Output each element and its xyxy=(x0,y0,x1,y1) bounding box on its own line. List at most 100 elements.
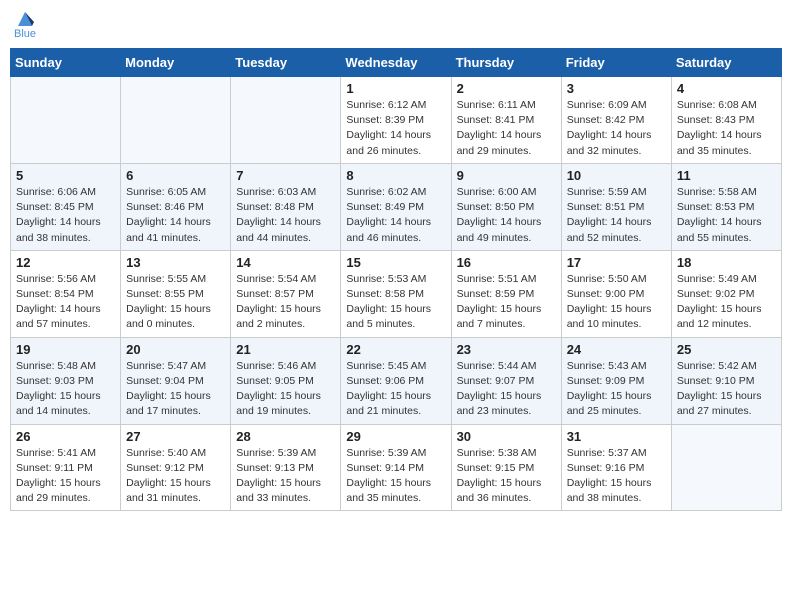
day-number: 21 xyxy=(236,342,335,357)
day-number: 2 xyxy=(457,81,556,96)
calendar-cell: 8 Sunrise: 6:02 AM Sunset: 8:49 PM Daylig… xyxy=(341,163,451,250)
day-number: 10 xyxy=(567,168,666,183)
calendar-cell: 18Sunrise: 5:49 AM Sunset: 9:02 PM Dayli… xyxy=(671,250,781,337)
calendar-cell: 2 Sunrise: 6:11 AM Sunset: 8:41 PM Daylig… xyxy=(451,77,561,164)
day-of-week-header: Sunday xyxy=(11,49,121,77)
calendar-cell: 27Sunrise: 5:40 AM Sunset: 9:12 PM Dayli… xyxy=(121,424,231,511)
logo-tagline: Blue xyxy=(14,28,36,40)
calendar-cell: 29 Sunrise: 5:39 AM Sunset: 9:14 PM Dayli… xyxy=(341,424,451,511)
calendar-week-row: 12 Sunrise: 5:56 AM Sunset: 8:54 PM Dayli… xyxy=(11,250,782,337)
day-info: Sunrise: 6:02 AM Sunset: 8:49 PM Dayligh… xyxy=(346,185,445,246)
day-info: Sunrise: 5:41 AM Sunset: 9:11 PM Dayligh… xyxy=(16,446,115,507)
calendar-cell xyxy=(121,77,231,164)
day-number: 26 xyxy=(16,429,115,444)
calendar-cell: 24Sunrise: 5:43 AM Sunset: 9:09 PM Dayli… xyxy=(561,337,671,424)
day-of-week-header: Thursday xyxy=(451,49,561,77)
day-number: 30 xyxy=(457,429,556,444)
day-number: 19 xyxy=(16,342,115,357)
calendar-table: SundayMondayTuesdayWednesdayThursdayFrid… xyxy=(10,48,782,511)
day-info: Sunrise: 6:11 AM Sunset: 8:41 PM Dayligh… xyxy=(457,98,556,159)
day-number: 1 xyxy=(346,81,445,96)
calendar-cell: 31 Sunrise: 5:37 AM Sunset: 9:16 PM Dayli… xyxy=(561,424,671,511)
day-info: Sunrise: 5:46 AM Sunset: 9:05 PM Dayligh… xyxy=(236,359,335,420)
day-info: Sunrise: 5:37 AM Sunset: 9:16 PM Dayligh… xyxy=(567,446,666,507)
day-info: Sunrise: 6:05 AM Sunset: 8:46 PM Dayligh… xyxy=(126,185,225,246)
day-number: 14 xyxy=(236,255,335,270)
page-header: Blue xyxy=(10,10,782,40)
calendar-cell: 9Sunrise: 6:00 AM Sunset: 8:50 PM Daylig… xyxy=(451,163,561,250)
day-info: Sunrise: 5:59 AM Sunset: 8:51 PM Dayligh… xyxy=(567,185,666,246)
calendar-week-row: 26 Sunrise: 5:41 AM Sunset: 9:11 PM Dayli… xyxy=(11,424,782,511)
calendar-cell xyxy=(671,424,781,511)
day-info: Sunrise: 5:39 AM Sunset: 9:13 PM Dayligh… xyxy=(236,446,335,507)
calendar-cell: 20 Sunrise: 5:47 AM Sunset: 9:04 PM Dayli… xyxy=(121,337,231,424)
day-number: 15 xyxy=(346,255,445,270)
day-info: Sunrise: 5:50 AM Sunset: 9:00 PM Dayligh… xyxy=(567,272,666,333)
day-info: Sunrise: 5:58 AM Sunset: 8:53 PM Dayligh… xyxy=(677,185,776,246)
day-info: Sunrise: 5:45 AM Sunset: 9:06 PM Dayligh… xyxy=(346,359,445,420)
logo: Blue xyxy=(14,10,36,40)
day-info: Sunrise: 5:54 AM Sunset: 8:57 PM Dayligh… xyxy=(236,272,335,333)
calendar-cell: 30 Sunrise: 5:38 AM Sunset: 9:15 PM Dayli… xyxy=(451,424,561,511)
day-number: 13 xyxy=(126,255,225,270)
day-of-week-header: Saturday xyxy=(671,49,781,77)
day-number: 20 xyxy=(126,342,225,357)
calendar-cell: 11 Sunrise: 5:58 AM Sunset: 8:53 PM Dayli… xyxy=(671,163,781,250)
calendar-cell: 23 Sunrise: 5:44 AM Sunset: 9:07 PM Dayli… xyxy=(451,337,561,424)
calendar-cell: 28Sunrise: 5:39 AM Sunset: 9:13 PM Dayli… xyxy=(231,424,341,511)
calendar-cell: 21 Sunrise: 5:46 AM Sunset: 9:05 PM Dayli… xyxy=(231,337,341,424)
calendar-week-row: 19 Sunrise: 5:48 AM Sunset: 9:03 PM Dayli… xyxy=(11,337,782,424)
day-info: Sunrise: 5:39 AM Sunset: 9:14 PM Dayligh… xyxy=(346,446,445,507)
calendar-cell: 5 Sunrise: 6:06 AM Sunset: 8:45 PM Daylig… xyxy=(11,163,121,250)
calendar-cell: 19 Sunrise: 5:48 AM Sunset: 9:03 PM Dayli… xyxy=(11,337,121,424)
day-number: 6 xyxy=(126,168,225,183)
day-number: 11 xyxy=(677,168,776,183)
day-number: 31 xyxy=(567,429,666,444)
day-info: Sunrise: 5:56 AM Sunset: 8:54 PM Dayligh… xyxy=(16,272,115,333)
day-of-week-header: Monday xyxy=(121,49,231,77)
calendar-week-row: 1Sunrise: 6:12 AM Sunset: 8:39 PM Daylig… xyxy=(11,77,782,164)
calendar-cell: 4 Sunrise: 6:08 AM Sunset: 8:43 PM Daylig… xyxy=(671,77,781,164)
day-number: 5 xyxy=(16,168,115,183)
day-of-week-header: Wednesday xyxy=(341,49,451,77)
calendar-cell: 1Sunrise: 6:12 AM Sunset: 8:39 PM Daylig… xyxy=(341,77,451,164)
calendar-cell: 10 Sunrise: 5:59 AM Sunset: 8:51 PM Dayli… xyxy=(561,163,671,250)
calendar-cell: 13 Sunrise: 5:55 AM Sunset: 8:55 PM Dayli… xyxy=(121,250,231,337)
day-number: 22 xyxy=(346,342,445,357)
calendar-header-row: SundayMondayTuesdayWednesdayThursdayFrid… xyxy=(11,49,782,77)
day-info: Sunrise: 5:47 AM Sunset: 9:04 PM Dayligh… xyxy=(126,359,225,420)
calendar-cell: 22 Sunrise: 5:45 AM Sunset: 9:06 PM Dayli… xyxy=(341,337,451,424)
calendar-cell: 14 Sunrise: 5:54 AM Sunset: 8:57 PM Dayli… xyxy=(231,250,341,337)
calendar-cell: 16Sunrise: 5:51 AM Sunset: 8:59 PM Dayli… xyxy=(451,250,561,337)
day-info: Sunrise: 5:38 AM Sunset: 9:15 PM Dayligh… xyxy=(457,446,556,507)
day-info: Sunrise: 6:06 AM Sunset: 8:45 PM Dayligh… xyxy=(16,185,115,246)
calendar-cell: 15Sunrise: 5:53 AM Sunset: 8:58 PM Dayli… xyxy=(341,250,451,337)
day-number: 23 xyxy=(457,342,556,357)
day-info: Sunrise: 5:40 AM Sunset: 9:12 PM Dayligh… xyxy=(126,446,225,507)
calendar-cell: 3Sunrise: 6:09 AM Sunset: 8:42 PM Daylig… xyxy=(561,77,671,164)
day-info: Sunrise: 6:08 AM Sunset: 8:43 PM Dayligh… xyxy=(677,98,776,159)
day-info: Sunrise: 5:48 AM Sunset: 9:03 PM Dayligh… xyxy=(16,359,115,420)
calendar-cell: 12 Sunrise: 5:56 AM Sunset: 8:54 PM Dayli… xyxy=(11,250,121,337)
day-number: 3 xyxy=(567,81,666,96)
calendar-cell: 26 Sunrise: 5:41 AM Sunset: 9:11 PM Dayli… xyxy=(11,424,121,511)
day-info: Sunrise: 5:51 AM Sunset: 8:59 PM Dayligh… xyxy=(457,272,556,333)
day-number: 7 xyxy=(236,168,335,183)
day-info: Sunrise: 6:03 AM Sunset: 8:48 PM Dayligh… xyxy=(236,185,335,246)
day-number: 4 xyxy=(677,81,776,96)
day-info: Sunrise: 5:55 AM Sunset: 8:55 PM Dayligh… xyxy=(126,272,225,333)
day-of-week-header: Tuesday xyxy=(231,49,341,77)
calendar-cell xyxy=(11,77,121,164)
calendar-cell: 7 Sunrise: 6:03 AM Sunset: 8:48 PM Daylig… xyxy=(231,163,341,250)
calendar-cell: 6 Sunrise: 6:05 AM Sunset: 8:46 PM Daylig… xyxy=(121,163,231,250)
day-info: Sunrise: 5:43 AM Sunset: 9:09 PM Dayligh… xyxy=(567,359,666,420)
day-info: Sunrise: 5:42 AM Sunset: 9:10 PM Dayligh… xyxy=(677,359,776,420)
day-number: 17 xyxy=(567,255,666,270)
day-info: Sunrise: 6:00 AM Sunset: 8:50 PM Dayligh… xyxy=(457,185,556,246)
day-number: 29 xyxy=(346,429,445,444)
day-number: 12 xyxy=(16,255,115,270)
calendar-cell xyxy=(231,77,341,164)
logo-icon xyxy=(16,10,34,28)
day-info: Sunrise: 5:44 AM Sunset: 9:07 PM Dayligh… xyxy=(457,359,556,420)
day-number: 8 xyxy=(346,168,445,183)
